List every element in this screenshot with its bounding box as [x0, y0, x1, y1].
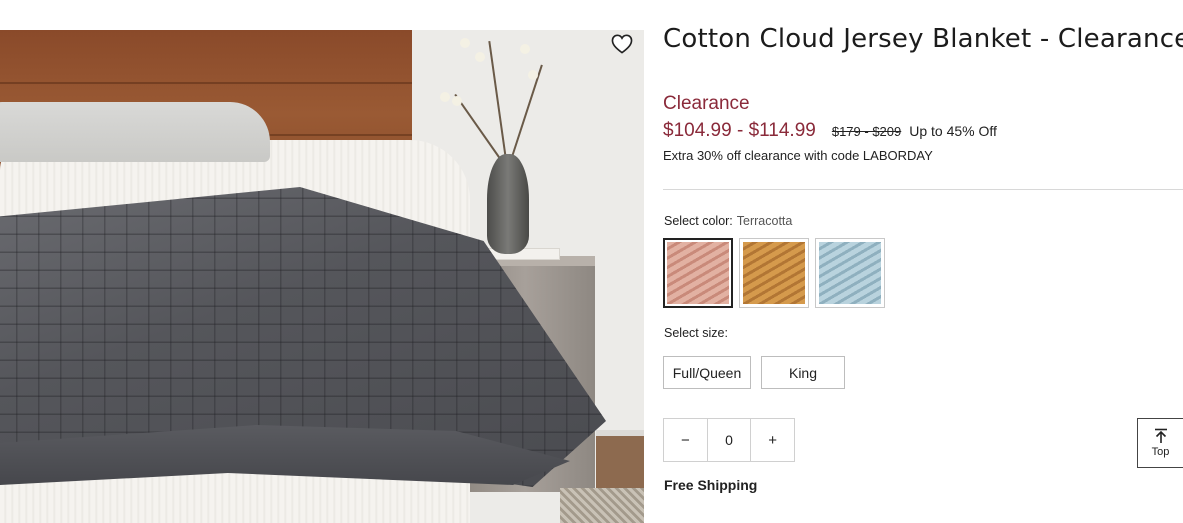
free-shipping-text: Free Shipping: [664, 477, 758, 493]
product-image[interactable]: [0, 30, 644, 523]
divider: [663, 189, 1183, 190]
original-price: $179 - $209: [831, 124, 902, 139]
favorite-button[interactable]: [606, 30, 638, 58]
quantity-input[interactable]: 0: [706, 419, 752, 461]
size-king-button[interactable]: King: [761, 356, 845, 389]
color-label: Select color: Terracotta: [664, 214, 793, 228]
size-options: Full/Queen King: [663, 356, 845, 389]
selected-color: Terracotta: [736, 214, 793, 228]
price-row: $104.99 - $114.99 $179 - $209 Up to 45% …: [663, 120, 997, 142]
decrement-button[interactable]: −: [664, 419, 707, 461]
promo-text: Extra 30% off clearance with code LABORD…: [663, 148, 933, 163]
discount-text: Up to 45% Off: [909, 123, 997, 139]
vase: [487, 154, 529, 254]
scroll-top-label: Top: [1151, 446, 1170, 458]
swatch-ochre[interactable]: [739, 238, 809, 308]
swatch-terracotta[interactable]: [663, 238, 733, 308]
scroll-top-button[interactable]: Top: [1137, 418, 1183, 468]
pillow: [0, 102, 270, 162]
product-title: Cotton Cloud Jersey Blanket - Clearance: [663, 24, 1183, 54]
size-full-queen-button[interactable]: Full/Queen: [663, 356, 751, 389]
swatch-blue[interactable]: [815, 238, 885, 308]
clearance-label: Clearance: [663, 93, 750, 114]
sale-price: $104.99 - $114.99: [663, 120, 816, 141]
increment-button[interactable]: +: [751, 419, 794, 461]
quantity-stepper: − 0 +: [663, 418, 795, 462]
size-label: Select size:: [664, 326, 728, 340]
heart-outline-icon: [611, 34, 633, 54]
color-swatches: [663, 238, 885, 308]
arrow-up-to-line-icon: [1154, 428, 1167, 443]
